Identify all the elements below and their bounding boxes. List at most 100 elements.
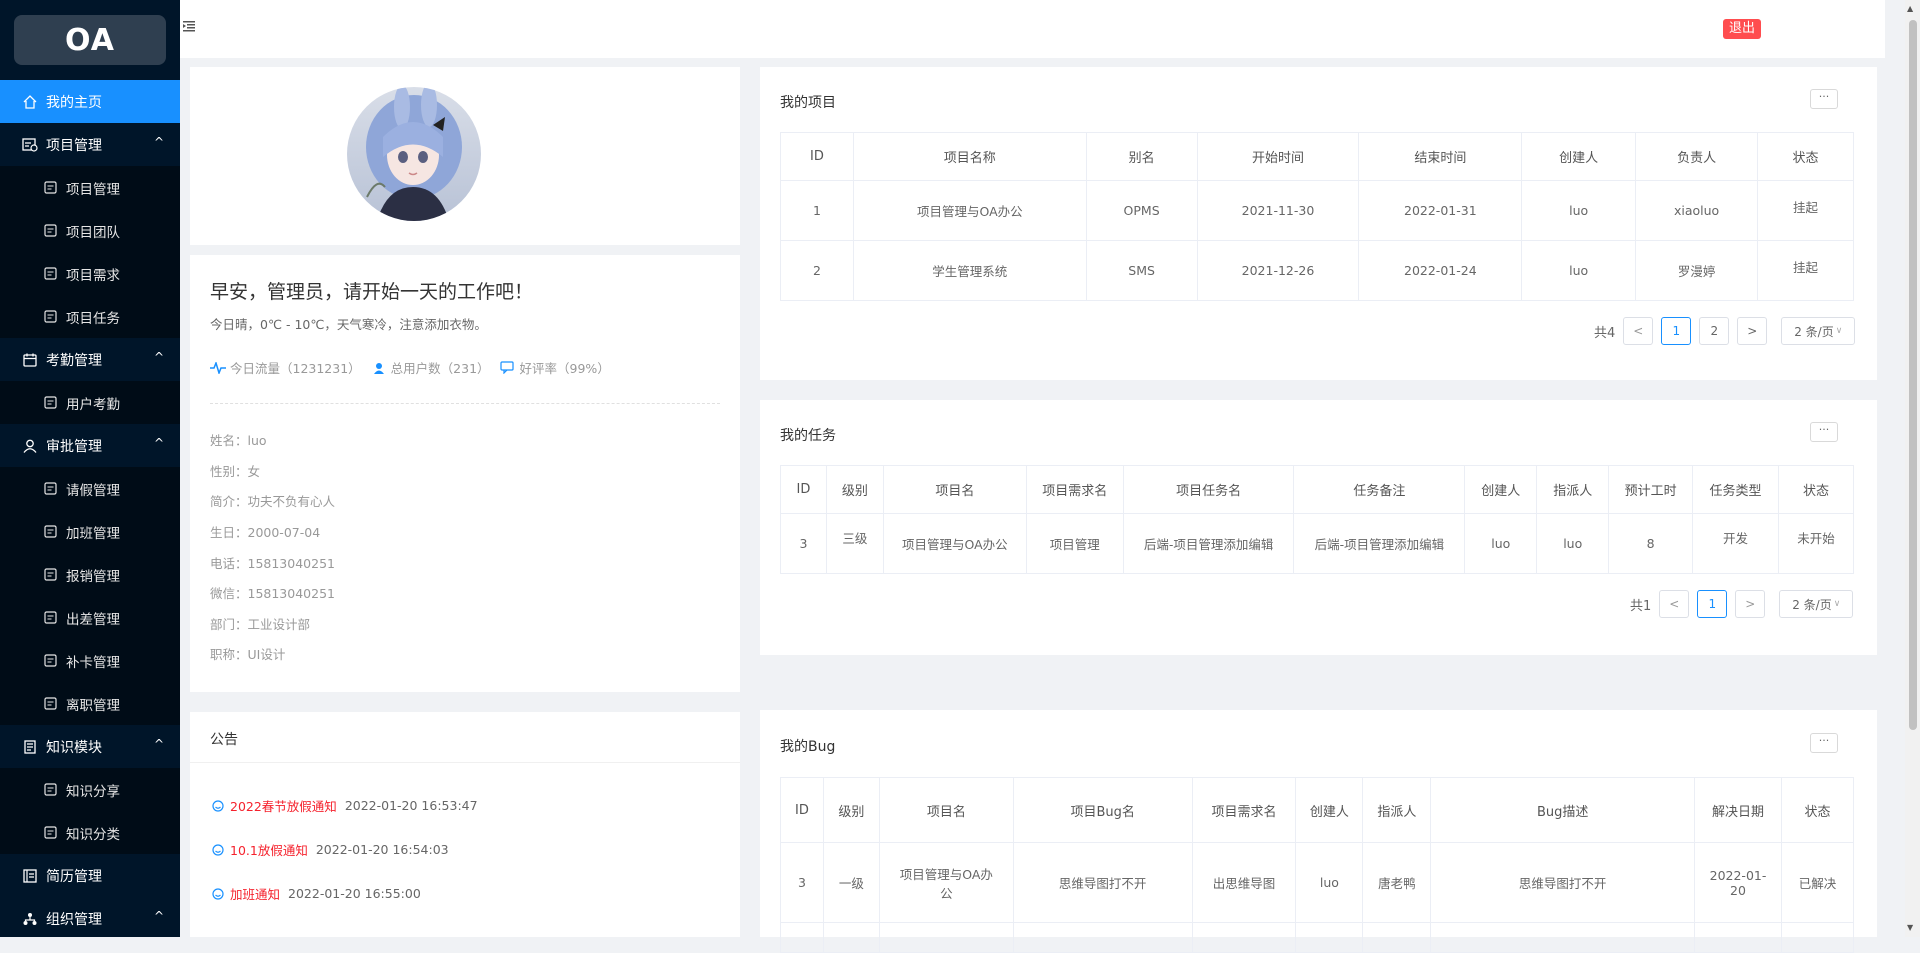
tasks-more-button[interactable]: ··· — [1810, 422, 1838, 442]
table-row[interactable]: 1 项目管理与OA办公 OPMS 2021-11-30 2022-01-31 l… — [780, 180, 1854, 241]
trip-icon — [42, 610, 58, 626]
chat-icon — [42, 266, 58, 282]
sidebar-item[interactable]: 组织管理 ^ — [0, 897, 180, 937]
notice-item[interactable]: 10.1放假通知 2022-01-20 16:54:03 — [212, 840, 449, 859]
page-size-select[interactable]: 2 条/页 ∨ — [1781, 317, 1856, 345]
menu-fold-icon[interactable] — [183, 21, 195, 32]
app-logo[interactable]: OA — [14, 15, 166, 65]
table-cell: 2 — [780, 240, 854, 301]
sidebar-item[interactable]: 离职管理 — [0, 682, 180, 725]
sidebar-item[interactable]: 加班管理 — [0, 510, 180, 553]
column-header[interactable]: 创建人 — [1464, 465, 1538, 514]
column-header[interactable]: ID — [780, 132, 854, 181]
scrollbar-thumb[interactable] — [1909, 20, 1917, 730]
bugs-more-button[interactable]: ··· — [1810, 733, 1838, 753]
column-header[interactable]: 创建人 — [1521, 132, 1637, 181]
column-header[interactable]: 预计工时 — [1608, 465, 1694, 514]
column-header[interactable]: 项目任务名 — [1122, 465, 1295, 514]
notice-item[interactable]: 加班通知 2022-01-20 16:55:00 — [212, 884, 421, 903]
notice-link[interactable]: 加班通知 — [230, 884, 280, 903]
prev-page-button[interactable]: < — [1659, 590, 1690, 618]
sidebar-item[interactable]: 报销管理 — [0, 553, 180, 596]
sidebar-item[interactable]: 简历管理 — [0, 854, 180, 897]
sidebar-item[interactable]: 项目任务 — [0, 295, 180, 338]
next-page-button[interactable]: > — [1737, 317, 1768, 345]
column-header[interactable]: 项目名 — [878, 777, 1014, 843]
column-header[interactable]: 状态 — [1780, 777, 1855, 843]
pulse-icon — [210, 361, 226, 374]
table-cell: 项目管理与OA办公 — [882, 513, 1027, 574]
scroll-up-icon[interactable]: ▲ — [1907, 4, 1913, 13]
sidebar-item[interactable]: 补卡管理 — [0, 639, 180, 682]
table-cell: 后端-项目管理添加编辑 — [1293, 513, 1466, 574]
column-header[interactable]: 结束时间 — [1358, 132, 1523, 181]
column-header[interactable]: ID — [780, 465, 827, 514]
sidebar-item[interactable]: 知识分类 — [0, 811, 180, 854]
next-page-button[interactable]: > — [1735, 590, 1766, 618]
home-icon — [22, 94, 38, 110]
table-row[interactable] — [780, 922, 1855, 953]
sidebar-item[interactable]: 项目管理 — [0, 166, 180, 209]
column-header[interactable]: 指派人 — [1536, 465, 1610, 514]
projects-more-button[interactable]: ··· — [1810, 89, 1838, 109]
sidebar-item-label: 用户考勤 — [66, 396, 120, 413]
logout-button[interactable]: 退出 — [1723, 19, 1762, 39]
page-button[interactable]: 1 — [1661, 317, 1692, 345]
page-button[interactable]: 1 — [1697, 590, 1728, 618]
book-icon — [22, 739, 38, 755]
sidebar-item[interactable]: 项目需求 — [0, 252, 180, 295]
column-header[interactable]: 别名 — [1085, 132, 1198, 181]
avatar[interactable] — [347, 87, 481, 221]
notice-link[interactable]: 10.1放假通知 — [230, 840, 308, 859]
sidebar-item[interactable]: 知识分享 — [0, 768, 180, 811]
resign-icon — [42, 696, 58, 712]
column-header[interactable]: 项目需求名 — [1025, 465, 1124, 514]
table-row[interactable]: 3 一级 项目管理与OA办公 思维导图打不开 出思维导图 luo 唐老鸭 思维导… — [780, 842, 1855, 923]
table-cell: 2022-01-31 — [1358, 180, 1523, 241]
notice-title: 公告 — [210, 732, 238, 748]
table-row[interactable]: 3 三级 项目管理与OA办公 项目管理 后端-项目管理添加编辑 后端-项目管理添… — [780, 513, 1854, 574]
sidebar-item[interactable]: 项目团队 — [0, 209, 180, 252]
sidebar-item[interactable]: 审批管理 ^ — [0, 424, 180, 467]
column-header[interactable]: 项目Bug名 — [1012, 777, 1193, 843]
column-header[interactable]: 任务备注 — [1293, 465, 1466, 514]
sidebar-item[interactable]: 考勤管理 ^ — [0, 338, 180, 381]
table-cell: 三级 — [825, 513, 884, 574]
weather-text: 今日晴，0℃ - 10℃，天气寒冷，注意添加衣物。 — [210, 317, 487, 332]
sidebar-item[interactable]: 我的主页 — [0, 80, 180, 123]
sidebar-item[interactable]: 知识模块 ^ — [0, 725, 180, 768]
greeting-text: 早安，管理员，请开始一天的工作吧！ — [210, 281, 534, 303]
column-header[interactable]: 项目名称 — [852, 132, 1087, 181]
smile-icon — [212, 799, 224, 812]
prev-page-button[interactable]: < — [1623, 317, 1654, 345]
column-header[interactable]: 指派人 — [1362, 777, 1432, 843]
projects-table: ID 项目名称 别名 开始时间 结束时间 创建人 负责人 状态 1 项目管理与O… — [780, 132, 1854, 301]
table-row[interactable]: 2 学生管理系统 SMS 2021-12-26 2022-01-24 luo 罗… — [780, 240, 1854, 301]
column-header[interactable]: Bug描述 — [1430, 777, 1696, 843]
column-header[interactable]: ID — [780, 777, 824, 843]
folder-icon — [42, 180, 58, 196]
notice-link[interactable]: 2022春节放假通知 — [230, 796, 337, 815]
column-header[interactable]: 状态 — [1778, 465, 1854, 514]
sidebar-item[interactable]: 用户考勤 — [0, 381, 180, 424]
column-header[interactable]: 项目名 — [882, 465, 1027, 514]
sidebar-item[interactable]: 请假管理 — [0, 467, 180, 510]
scroll-down-icon[interactable]: ▼ — [1907, 923, 1913, 932]
page-button[interactable]: 2 — [1699, 317, 1730, 345]
sidebar-item[interactable]: 出差管理 — [0, 596, 180, 639]
sidebar-item[interactable]: 项目管理 ^ — [0, 123, 180, 166]
column-header[interactable]: 创建人 — [1295, 777, 1364, 843]
column-header[interactable]: 开始时间 — [1196, 132, 1360, 181]
column-header[interactable]: 解决日期 — [1694, 777, 1782, 843]
card-icon — [42, 653, 58, 669]
team-icon — [42, 223, 58, 239]
column-header[interactable]: 级别 — [822, 777, 880, 843]
top-header — [180, 0, 1885, 58]
column-header[interactable]: 状态 — [1757, 132, 1854, 181]
column-header[interactable]: 任务类型 — [1692, 465, 1779, 514]
column-header[interactable]: 负责人 — [1635, 132, 1759, 181]
page-size-select[interactable]: 2 条/页 ∨ — [1779, 590, 1854, 618]
column-header[interactable]: 项目需求名 — [1191, 777, 1297, 843]
column-header[interactable]: 级别 — [825, 465, 884, 514]
notice-item[interactable]: 2022春节放假通知 2022-01-20 16:53:47 — [212, 796, 478, 815]
